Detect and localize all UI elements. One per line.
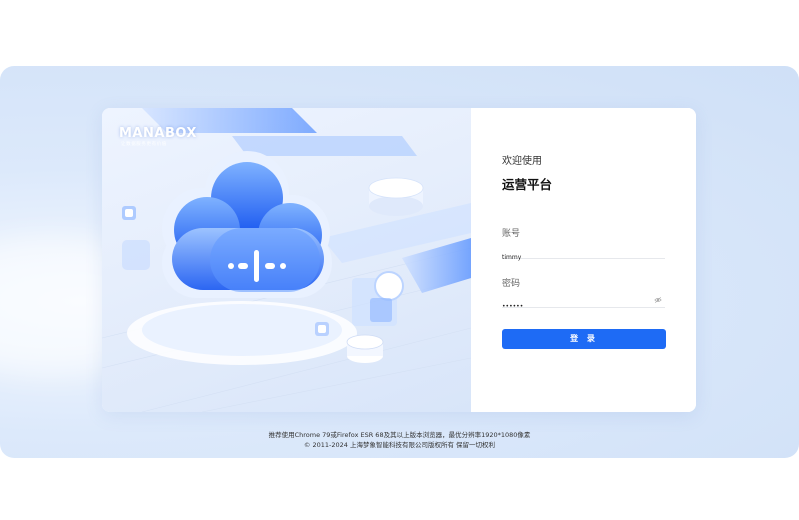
account-field[interactable] (502, 244, 665, 265)
hero-illustration: MANABOX 让数据服务更有价值 (102, 108, 471, 412)
account-label: 账号 (502, 229, 521, 239)
login-form: 欢迎使用 运营平台 账号 密码 登 录 (471, 108, 696, 412)
platform-title: 运营平台 (502, 177, 553, 192)
eye-off-icon[interactable] (654, 296, 662, 304)
login-button[interactable]: 登 录 (502, 329, 666, 349)
password-field[interactable] (502, 293, 665, 314)
login-card: MANABOX 让数据服务更有价值 欢迎使用 运营平台 账号 密码 登 录 (102, 108, 696, 412)
copyright-text: © 2011-2024 上海梦象智能科技有限公司版权所有 保留一切权利 (303, 441, 496, 449)
password-label: 密码 (502, 279, 521, 289)
browser-recommendation: 推荐使用Chrome 79或Firefox ESR 68及其以上版本浏览器，最优… (268, 431, 531, 439)
cloud-illustration (102, 108, 471, 412)
page-background: MANABOX 让数据服务更有价值 欢迎使用 运营平台 账号 密码 登 录 推荐… (0, 66, 799, 458)
welcome-text: 欢迎使用 (502, 156, 542, 167)
password-input[interactable] (502, 299, 652, 314)
brand-logo: MANABOX (119, 126, 197, 141)
brand-tagline: 让数据服务更有价值 (121, 142, 167, 147)
account-input[interactable] (502, 250, 652, 265)
